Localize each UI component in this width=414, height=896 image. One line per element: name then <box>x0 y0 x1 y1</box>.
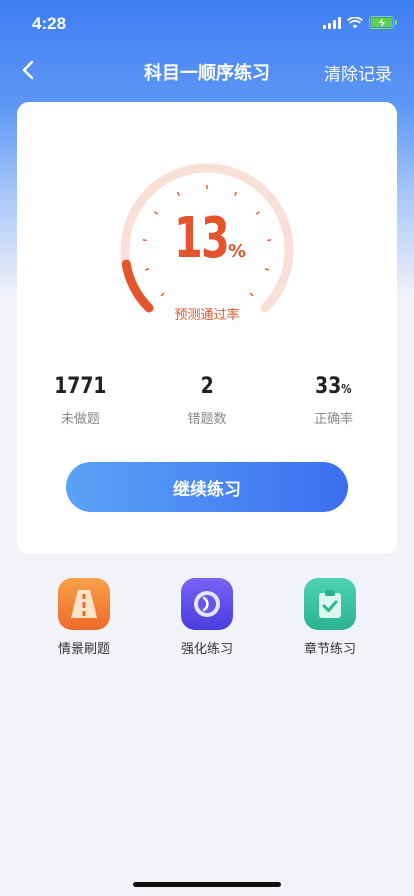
stat-unit: % <box>341 382 352 396</box>
continue-practice-button[interactable]: 继续练习 <box>66 462 348 512</box>
stat-value: 33 <box>315 374 342 399</box>
stat-value: 2 <box>200 374 214 399</box>
clear-records-button[interactable]: 清除记录 <box>324 60 392 85</box>
battery-icon <box>369 16 397 29</box>
quick-action-scene[interactable]: 情景刷题 <box>24 578 144 657</box>
quick-action-intensive[interactable]: 强化练习 <box>147 578 267 657</box>
status-icons <box>323 16 397 29</box>
gauge-tick <box>249 292 254 297</box>
stat-accuracy: 33% 正确率 <box>270 374 397 427</box>
status-bar: 4:28 <box>0 0 414 48</box>
pass-rate-value: 13% <box>17 206 397 271</box>
stats-row: 1771 未做题 2 错题数 33% 正确率 <box>17 374 397 427</box>
pass-rate-label: 预测通过率 <box>174 308 240 323</box>
pass-rate-unit: % <box>228 241 247 262</box>
stat-wrong: 2 错题数 <box>144 374 271 427</box>
stat-value: 1771 <box>54 374 107 399</box>
status-time: 4:28 <box>32 14 67 33</box>
progress-card: 13% 预测通过率 1771 未做题 2 错题数 33% 正确率 继续练习 <box>17 102 397 554</box>
quick-action-label: 强化练习 <box>180 642 233 657</box>
quick-action-chapter[interactable]: 章节练习 <box>270 578 390 657</box>
road-scene-icon <box>58 578 110 630</box>
gauge-tick <box>234 191 238 196</box>
stat-label: 正确率 <box>314 412 354 427</box>
pass-rate-number: 13 <box>173 206 230 271</box>
wifi-icon <box>347 16 363 28</box>
nav-bar: 科目一顺序练习 清除记录 <box>0 48 414 92</box>
clipboard-check-icon <box>304 578 356 630</box>
gauge-tick <box>176 191 180 196</box>
cellular-signal-icon <box>323 16 341 29</box>
target-icon <box>181 578 233 630</box>
stat-unanswered: 1771 未做题 <box>17 374 144 427</box>
gauge-tick <box>160 292 165 297</box>
stat-label: 错题数 <box>187 412 227 427</box>
quick-action-label: 章节练习 <box>303 642 356 657</box>
home-indicator <box>133 882 281 887</box>
stat-label: 未做题 <box>60 412 100 427</box>
quick-action-label: 情景刷题 <box>57 642 110 657</box>
